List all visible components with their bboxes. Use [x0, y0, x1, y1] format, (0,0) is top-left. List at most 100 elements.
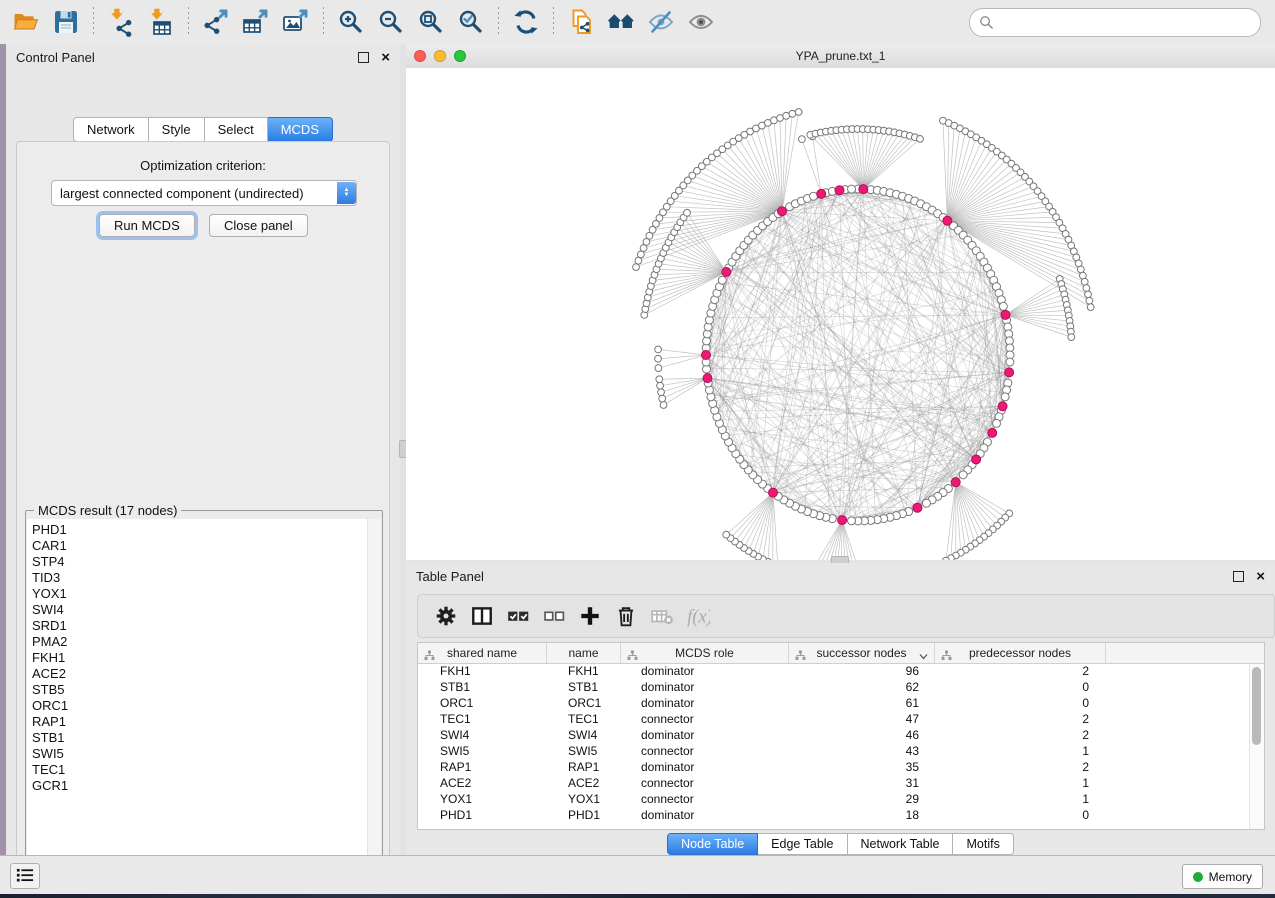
tab-network[interactable]: Network [73, 117, 149, 142]
export-table-icon [241, 7, 271, 37]
delete-column-button[interactable] [608, 599, 644, 633]
import-network-button[interactable] [101, 3, 141, 41]
maximize-window-traffic-light[interactable] [454, 50, 466, 62]
mcds-result-item[interactable]: TID3 [32, 570, 368, 586]
table-row[interactable]: SWI4SWI4dominator462 [418, 728, 1250, 744]
cell-successor-nodes: 62 [786, 680, 931, 696]
table-settings-button[interactable] [428, 599, 464, 633]
mcds-result-item[interactable]: CAR1 [32, 538, 368, 554]
export-network-icon [201, 7, 231, 37]
save-session-button[interactable] [46, 3, 86, 41]
select-all-button[interactable] [500, 599, 536, 633]
mcds-list-scrollbar[interactable] [367, 519, 381, 882]
cell-name: TEC1 [546, 712, 619, 728]
cell-successor-nodes: 46 [786, 728, 931, 744]
column-header-MCDS-role[interactable]: MCDS role [621, 643, 789, 663]
deselect-all-button[interactable] [536, 599, 572, 633]
mcds-result-item[interactable]: SWI5 [32, 746, 368, 762]
table-row[interactable]: STB1STB1dominator620 [418, 680, 1250, 696]
tab-style[interactable]: Style [149, 117, 205, 142]
close-panel-button[interactable]: Close panel [209, 214, 308, 237]
import-table-button[interactable] [141, 3, 181, 41]
add-column-button[interactable] [572, 599, 608, 633]
mcds-result-item[interactable]: PMA2 [32, 634, 368, 650]
mcds-result-item[interactable]: ACE2 [32, 666, 368, 682]
mcds-result-item[interactable]: YOX1 [32, 586, 368, 602]
first-neighbors-icon [606, 7, 636, 37]
table-row[interactable]: PHD1PHD1dominator180 [418, 808, 1250, 824]
minimize-window-traffic-light[interactable] [434, 50, 446, 62]
table-row[interactable]: ORC1ORC1dominator610 [418, 696, 1250, 712]
show-columns-button[interactable] [464, 599, 500, 633]
float-panel-icon[interactable] [358, 52, 369, 63]
toolbar-group [506, 3, 546, 41]
mcds-result-item[interactable]: STP4 [32, 554, 368, 570]
memory-button[interactable]: Memory [1182, 864, 1263, 889]
tab-network-table[interactable]: Network Table [848, 833, 954, 855]
column-header-label: successor nodes [816, 646, 906, 660]
sort-order-icon [919, 647, 928, 665]
mcds-result-item[interactable]: TEC1 [32, 762, 368, 778]
clone-network-button[interactable] [561, 3, 601, 41]
column-header-name[interactable]: name [547, 643, 621, 663]
open-file-button[interactable] [6, 3, 46, 41]
mcds-result-item[interactable]: PHD1 [32, 522, 368, 538]
table-scrollbar-thumb[interactable] [1252, 667, 1261, 745]
refresh-layout-button[interactable] [506, 3, 546, 41]
column-header-predecessor-nodes[interactable]: predecessor nodes [935, 643, 1106, 663]
search-input[interactable] [1000, 14, 1251, 31]
network-window-title: YPA_prune.txt_1 [406, 49, 1275, 63]
mcds-result-list: PHD1CAR1STP4TID3YOX1SWI4SRD1PMA2FKH1ACE2… [27, 519, 368, 882]
column-header-successor-nodes[interactable]: successor nodes [789, 643, 935, 663]
mcds-result-item[interactable]: RAP1 [32, 714, 368, 730]
tab-node-table[interactable]: Node Table [667, 833, 758, 855]
zoom-out-icon [376, 7, 406, 37]
float-panel-icon[interactable] [1233, 571, 1244, 582]
table-row[interactable]: YOX1YOX1connector291 [418, 792, 1250, 808]
export-network-button[interactable] [196, 3, 236, 41]
zoom-fit-button[interactable] [411, 3, 451, 41]
table-row[interactable]: RAP1RAP1dominator352 [418, 760, 1250, 776]
table-scrollbar[interactable] [1249, 664, 1264, 829]
table-row[interactable]: ACE2ACE2connector311 [418, 776, 1250, 792]
show-all-button[interactable] [681, 3, 721, 41]
mcds-result-item[interactable]: ORC1 [32, 698, 368, 714]
cell-name: FKH1 [546, 664, 619, 680]
mcds-result-item[interactable]: SRD1 [32, 618, 368, 634]
cell-predecessor-nodes: 2 [931, 664, 1101, 680]
first-neighbors-button[interactable] [601, 3, 641, 41]
zoom-out-button[interactable] [371, 3, 411, 41]
hide-selected-button[interactable] [641, 3, 681, 41]
mcds-result-item[interactable]: GCR1 [32, 778, 368, 794]
close-panel-icon[interactable]: × [1256, 569, 1265, 584]
mcds-result-item[interactable]: STB5 [32, 682, 368, 698]
mcds-result-item[interactable]: STB1 [32, 730, 368, 746]
search-box[interactable] [969, 8, 1261, 37]
tab-select[interactable]: Select [205, 117, 268, 142]
mcds-result-item[interactable]: SWI4 [32, 602, 368, 618]
zoom-selected-button[interactable] [451, 3, 491, 41]
mcds-result-item[interactable]: FKH1 [32, 650, 368, 666]
panel-menu-button[interactable] [10, 863, 40, 889]
run-mcds-button[interactable]: Run MCDS [99, 214, 195, 237]
import-table-icon [146, 7, 176, 37]
cell-predecessor-nodes: 0 [931, 808, 1101, 824]
cell-predecessor-nodes: 0 [931, 680, 1101, 696]
zoom-in-button[interactable] [331, 3, 371, 41]
optimization-criterion-select[interactable]: largest connected component (undirected)… [51, 180, 357, 206]
column-header-shared-name[interactable]: shared name [418, 643, 547, 663]
svg-text:f(x): f(x) [687, 607, 710, 628]
table-row[interactable]: SWI5SWI5connector431 [418, 744, 1250, 760]
table-panel-tabs: Node TableEdge TableNetwork TableMotifs [406, 833, 1275, 855]
cell-shared-name: RAP1 [418, 760, 546, 776]
table-row[interactable]: FKH1FKH1dominator962 [418, 664, 1250, 680]
table-row[interactable]: TEC1TEC1connector472 [418, 712, 1250, 728]
export-table-button[interactable] [236, 3, 276, 41]
export-image-button[interactable] [276, 3, 316, 41]
tab-edge-table[interactable]: Edge Table [758, 833, 847, 855]
close-window-traffic-light[interactable] [414, 50, 426, 62]
tab-motifs[interactable]: Motifs [953, 833, 1013, 855]
close-panel-icon[interactable]: × [381, 50, 390, 65]
network-canvas[interactable] [406, 68, 1275, 560]
tab-mcds[interactable]: MCDS [268, 117, 333, 142]
